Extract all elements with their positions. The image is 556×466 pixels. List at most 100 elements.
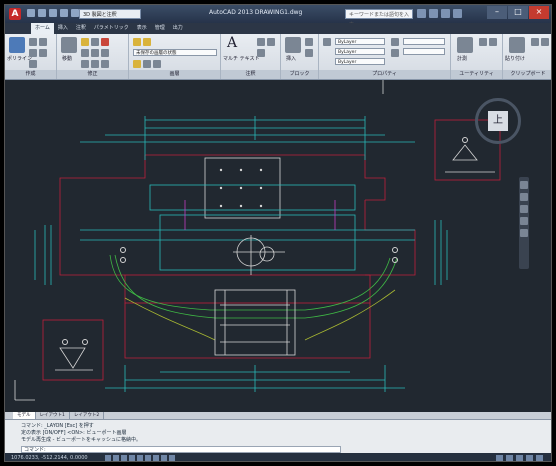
maximize-button[interactable]: □ [508,6,528,19]
lock-icon[interactable] [526,455,533,461]
tab-view[interactable]: 表示 [133,23,151,34]
panel-properties-label: プロパティ [319,70,450,79]
array-icon[interactable] [101,60,109,68]
cut-icon[interactable] [541,38,549,46]
tab-home[interactable]: ホーム [31,23,54,34]
pan-icon[interactable] [520,193,528,201]
line-icon[interactable] [9,37,25,53]
showmotion-icon[interactable] [520,229,528,237]
paste-icon[interactable] [509,37,525,53]
exchange-icon[interactable] [441,9,450,18]
arc-icon[interactable] [39,38,47,46]
leader-icon[interactable] [267,38,275,46]
calculator-icon[interactable] [489,38,497,46]
copy-icon[interactable] [81,49,89,57]
mirror-icon[interactable] [91,49,99,57]
dimension-icon[interactable] [257,38,265,46]
table-icon[interactable] [257,49,265,57]
ribbon-tabs: ホーム 挿入 注釈 パラメトリック 表示 管理 出力 [5,23,551,34]
tab-insert[interactable]: 挿入 [54,23,72,34]
transparency-combo[interactable] [403,48,445,55]
close-button[interactable]: × [529,6,549,19]
osnap-icon[interactable] [137,455,143,461]
window-controls: – □ × [487,6,549,19]
tab-model[interactable]: モデル [13,412,36,419]
spline-icon[interactable] [29,60,37,68]
trim-icon[interactable] [91,38,99,46]
workspace-icon[interactable] [516,455,523,461]
title-bar: A 3D 製図と注釈 AutoCAD 2013 DRAWING1.dwg キーワ… [5,5,551,28]
lineweight-combo[interactable]: ByLayer [335,48,385,55]
open-icon[interactable] [38,9,46,17]
edit-block-icon[interactable] [305,49,313,57]
otrack-icon[interactable] [145,455,151,461]
model-space-icon[interactable] [496,455,503,461]
user-icon[interactable] [429,9,438,18]
color-combo[interactable]: ByLayer [335,38,385,45]
workspace-select[interactable]: 3D 製図と注釈 [79,9,141,19]
dyn-icon[interactable] [161,455,167,461]
tab-layout1[interactable]: レイアウト1 [36,412,70,419]
annotation-scale-icon[interactable] [506,455,513,461]
measure-icon[interactable] [457,37,473,53]
layer-freeze-icon[interactable] [143,60,151,68]
copy-clip-icon[interactable] [531,38,539,46]
snap-icon[interactable] [105,455,111,461]
redo-icon[interactable] [71,9,79,17]
save-icon[interactable] [49,9,57,17]
erase-icon[interactable] [101,38,109,46]
minimize-button[interactable]: – [487,6,507,19]
tab-manage[interactable]: 管理 [151,23,169,34]
insert-block-icon[interactable] [285,37,301,53]
ducs-icon[interactable] [153,455,159,461]
tab-layout2[interactable]: レイアウト2 [70,412,105,419]
panel-draw: ポリライン 作成 [5,34,57,79]
orbit-icon[interactable] [520,217,528,225]
search-icon[interactable] [417,9,426,18]
undo-icon[interactable] [60,9,68,17]
rectangle-icon[interactable] [29,49,37,57]
tab-output[interactable]: 出力 [169,23,187,34]
create-block-icon[interactable] [305,38,313,46]
circle-icon[interactable] [29,38,37,46]
steering-wheel-icon[interactable] [520,181,528,189]
panel-draw-label: 作成 [5,70,56,79]
drawing-canvas[interactable] [5,80,551,412]
tab-parametric[interactable]: パラメトリック [90,23,133,34]
rotate-icon[interactable] [81,38,89,46]
plot-style-combo[interactable] [403,38,445,45]
application-menu-button[interactable]: A [9,8,21,20]
polar-icon[interactable] [129,455,135,461]
command-input[interactable]: コマンド: [21,446,341,453]
layer-lock-icon[interactable] [153,60,161,68]
fullscreen-icon[interactable] [536,455,543,461]
new-icon[interactable] [27,9,35,17]
layer-properties-icon[interactable] [133,38,141,46]
panel-layers: 未保存の画層の状態 画層 [129,34,221,79]
list-icon[interactable] [391,49,399,57]
linetype-combo[interactable]: ByLayer [335,58,385,65]
match-properties-icon[interactable] [323,38,331,46]
move-icon[interactable] [61,37,77,53]
ortho-icon[interactable] [121,455,127,461]
stretch-icon[interactable] [81,60,89,68]
layer-state-combo[interactable]: 未保存の画層の状態 [133,49,217,56]
quick-access-toolbar [27,9,79,17]
tab-annotate[interactable]: 注釈 [72,23,90,34]
scale-icon[interactable] [91,60,99,68]
text-icon[interactable]: A [227,35,237,51]
layer-on-icon[interactable] [133,60,141,68]
transparency-icon[interactable] [391,38,399,46]
layer-state-icon[interactable] [143,38,151,46]
help-icon[interactable] [453,9,462,18]
infocenter-toolbar [417,9,462,18]
viewcube[interactable]: 上 [475,98,523,146]
search-input[interactable]: キーワードまたは語句を入力 [345,9,413,28]
hatch-icon[interactable] [39,49,47,57]
quick-select-icon[interactable] [479,38,487,46]
grid-icon[interactable] [113,455,119,461]
zoom-icon[interactable] [520,205,528,213]
fillet-icon[interactable] [101,49,109,57]
viewcube-face[interactable]: 上 [488,111,508,131]
lineweight-icon[interactable] [169,455,175,461]
